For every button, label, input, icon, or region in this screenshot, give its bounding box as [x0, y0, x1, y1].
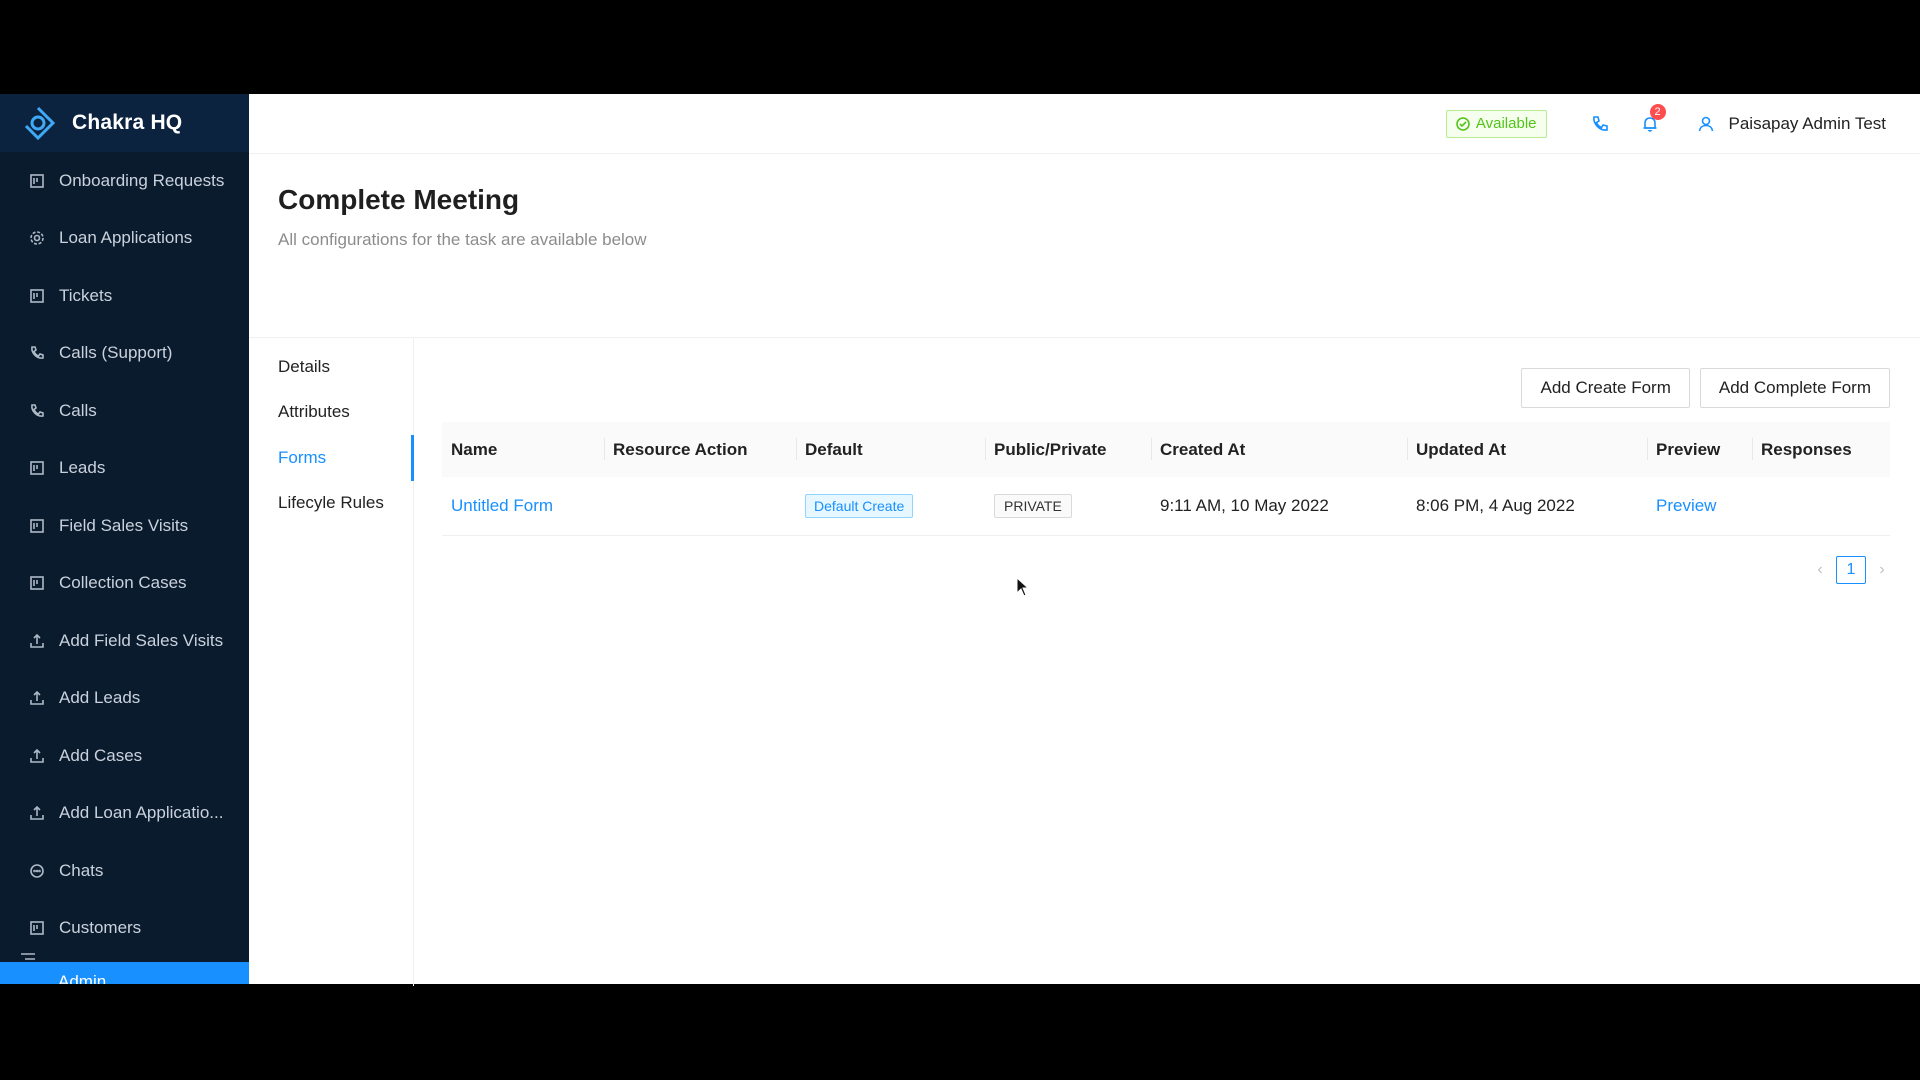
sidebar-item-onboarding-requests[interactable]: Onboarding Requests — [0, 152, 249, 210]
content: Details Attributes Forms Lifecyle Rules … — [249, 338, 1920, 986]
sidebar-item-label: Admin — [58, 972, 107, 984]
add-create-form-button[interactable]: Add Create Form — [1521, 368, 1690, 408]
sidebar-item-tickets[interactable]: Tickets — [0, 267, 249, 325]
tab-forms[interactable]: Forms — [249, 435, 414, 481]
sidebar: Chakra HQ Onboarding Requests Loan Appli… — [0, 94, 249, 984]
sidebar-item-label: Calls (Support) — [59, 343, 173, 363]
check-circle-icon — [1456, 116, 1470, 131]
sidebar-item-label: Onboarding Requests — [59, 170, 225, 190]
user-name[interactable]: Paisapay Admin Test — [1729, 114, 1887, 134]
upload-icon — [28, 632, 46, 650]
upload-icon — [28, 747, 46, 765]
updated-at-cell: 8:06 PM, 4 Aug 2022 — [1407, 477, 1647, 536]
column-header-updated-at: Updated At — [1407, 422, 1647, 477]
sidebar-item-label: Add Leads — [59, 688, 141, 708]
next-page-icon[interactable]: › — [1874, 561, 1890, 579]
page-title: Complete Meeting — [278, 184, 520, 215]
sidebar-item-label: Add Cases — [59, 745, 143, 765]
board-icon — [28, 517, 46, 535]
chakra-logo-icon — [24, 106, 56, 141]
visibility-tag: PRIVATE — [994, 493, 1072, 518]
preview-link[interactable]: Preview — [1656, 496, 1716, 515]
mouse-cursor-icon — [1016, 577, 1030, 597]
notification-count-badge: 2 — [1649, 103, 1666, 120]
sidebar-item-label: Collection Cases — [59, 573, 187, 593]
sidebar-item-label: Add Loan Applicatio... — [59, 803, 224, 823]
chat-icon — [28, 862, 46, 880]
sidebar-item-loan-applications[interactable]: Loan Applications — [0, 210, 249, 268]
sidebar-item-label: Customers — [59, 918, 142, 938]
phone-icon[interactable] — [1591, 115, 1609, 133]
app-window: Chakra HQ Onboarding Requests Loan Appli… — [0, 94, 1920, 986]
column-header-responses: Responses — [1752, 422, 1890, 477]
column-header-default: Default — [796, 422, 985, 477]
sidebar-item-collection-cases[interactable]: Collection Cases — [0, 555, 249, 613]
forms-table: Name Resource Action Default Public/Priv… — [442, 422, 1890, 536]
tab-details[interactable]: Details — [249, 344, 413, 390]
column-header-created-at: Created At — [1151, 422, 1407, 477]
table-header-row: Name Resource Action Default Public/Priv… — [442, 422, 1890, 477]
sidebar-item-add-cases[interactable]: Add Cases — [0, 727, 249, 785]
board-icon — [28, 574, 46, 592]
responses-cell — [1752, 477, 1890, 536]
sidebar-nav: Onboarding Requests Loan Applications Ti… — [0, 152, 249, 957]
sidebar-item-calls-support[interactable]: Calls (Support) — [0, 325, 249, 383]
previous-page-icon[interactable]: ‹ — [1812, 561, 1828, 579]
sidebar-item-admin[interactable]: Admin — [0, 962, 249, 984]
sidebar-item-customers[interactable]: Customers — [0, 900, 249, 958]
board-icon — [28, 172, 46, 190]
bell-icon — [1641, 116, 1659, 137]
sidebar-item-label: Chats — [59, 860, 104, 880]
sidebar-item-label: Tickets — [59, 285, 113, 305]
sidebar-item-add-field-sales-visits[interactable]: Add Field Sales Visits — [0, 612, 249, 670]
sidebar-item-leads[interactable]: Leads — [0, 440, 249, 498]
notifications-button[interactable]: 2 — [1641, 103, 1666, 133]
forms-panel: Add Create Form Add Complete Form Name R… — [414, 338, 1920, 986]
brand-name: Chakra HQ — [72, 111, 183, 134]
column-header-name: Name — [442, 422, 604, 477]
sidebar-item-chats[interactable]: Chats — [0, 842, 249, 900]
board-icon — [28, 459, 46, 477]
phone-icon — [28, 402, 46, 420]
availability-status-badge[interactable]: Available — [1445, 109, 1547, 138]
sidebar-item-add-leads[interactable]: Add Leads — [0, 670, 249, 728]
sidebar-item-add-loan-applications[interactable]: Add Loan Applicatio... — [0, 785, 249, 843]
user-icon[interactable] — [1697, 115, 1715, 133]
sidebar-item-label: Leads — [59, 458, 106, 478]
resource-action-cell — [604, 477, 796, 536]
config-tabs: Details Attributes Forms Lifecyle Rules — [249, 338, 414, 986]
sidebar-item-field-sales-visits[interactable]: Field Sales Visits — [0, 497, 249, 555]
topbar: Available 2 Paisapay Admin Test — [249, 94, 1920, 154]
add-complete-form-button[interactable]: Add Complete Form — [1699, 368, 1890, 408]
column-header-resource-action: Resource Action — [604, 422, 796, 477]
status-label: Available — [1475, 115, 1537, 132]
page-header: Complete Meeting All configurations for … — [249, 154, 1920, 338]
sidebar-item-calls[interactable]: Calls — [0, 382, 249, 440]
page-subtitle: All configurations for the task are avai… — [278, 230, 647, 249]
default-tag: Default Create — [805, 493, 914, 518]
page-number-button[interactable]: 1 — [1836, 555, 1866, 584]
table-row: Untitled Form Default Create PRIVATE 9:1… — [442, 477, 1890, 536]
board-icon — [28, 287, 46, 305]
upload-icon — [28, 804, 46, 822]
main-area: Available 2 Paisapay Admin Test Complete… — [249, 94, 1920, 986]
sidebar-item-label: Add Field Sales Visits — [59, 630, 224, 650]
column-header-public-private: Public/Private — [985, 422, 1151, 477]
brand[interactable]: Chakra HQ — [0, 94, 249, 152]
sidebar-item-label: Field Sales Visits — [59, 515, 189, 535]
board-icon — [28, 919, 46, 937]
sidebar-item-label: Loan Applications — [59, 228, 193, 248]
sidebar-item-label: Calls — [59, 400, 97, 420]
form-actions: Add Create Form Add Complete Form — [442, 368, 1890, 408]
phone-icon — [28, 344, 46, 362]
tab-lifecycle-rules[interactable]: Lifecyle Rules — [249, 481, 413, 527]
form-name-link[interactable]: Untitled Form — [451, 496, 553, 515]
gear-icon — [28, 229, 46, 247]
upload-icon — [28, 689, 46, 707]
created-at-cell: 9:11 AM, 10 May 2022 — [1151, 477, 1407, 536]
column-header-preview: Preview — [1647, 422, 1752, 477]
pagination: ‹ 1 › — [442, 555, 1890, 584]
tab-attributes[interactable]: Attributes — [249, 390, 413, 436]
